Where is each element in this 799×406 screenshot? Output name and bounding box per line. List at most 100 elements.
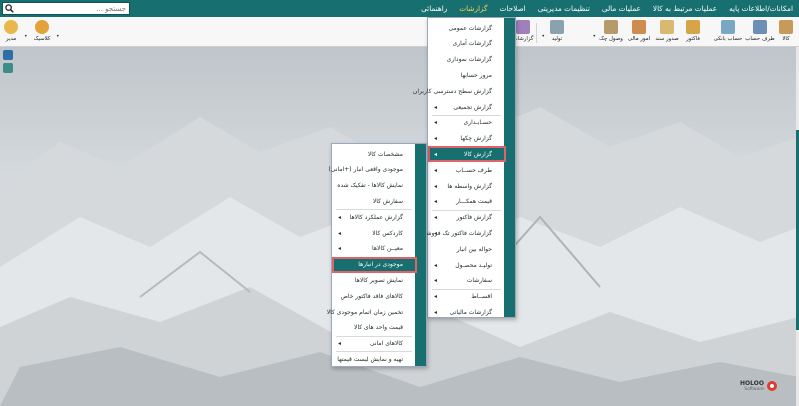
menubar: امکانات/اطلاعات پایه عملیات مرتبط به کال…	[0, 0, 799, 17]
menu-item[interactable]: نمایش کالاها - تفکیک شده	[332, 178, 417, 194]
menu-item[interactable]: تولیـد محصـول ◂	[428, 257, 506, 273]
menu-item[interactable]: تهیه و نمایش لیست قیمتها	[332, 351, 417, 367]
menu-item[interactable]: کالاهای فاقد فاکتور خاص	[332, 288, 417, 304]
menu-help[interactable]: راهنمائی	[415, 4, 453, 13]
document-icon	[660, 20, 674, 34]
menu-item[interactable]: طرف حســاب ◂	[428, 162, 506, 178]
toolbar-more-dot: •	[592, 33, 596, 40]
manager-icon	[4, 20, 18, 34]
menu-item-label: کالاهای فاقد فاکتور خاص	[340, 292, 403, 300]
menu-item-label: گزارش چکها	[460, 135, 492, 143]
toolbar-classic-button[interactable]: کلاسیک	[30, 19, 54, 46]
menu-item-label: موجودی واقعی انبار (+امانی)	[328, 166, 403, 174]
submenu-arrow-icon: ◂	[434, 135, 438, 143]
menu-item-label: سفارش کالا	[372, 197, 403, 205]
menu-item[interactable]: حسـابـداری ◂	[428, 115, 506, 131]
search-icon[interactable]	[3, 3, 16, 14]
menu-corrections[interactable]: اصلاحات	[494, 4, 532, 13]
submenu-arrow-icon: ◂	[434, 308, 438, 316]
toolbar-more-dot: •	[24, 33, 28, 40]
menu-item[interactable]: حواله بین انبار	[428, 241, 506, 257]
menu-item[interactable]: قیمت واحد های کالا	[332, 320, 417, 336]
menu-item-label: گزارش عملکرد کالاها	[349, 213, 403, 221]
menu-item[interactable]: گزارشات فاکتور تک فروشی ◂	[422, 225, 506, 241]
box-icon	[779, 20, 793, 34]
user-icon[interactable]	[3, 63, 13, 73]
help-icon[interactable]	[3, 50, 13, 60]
menu-item[interactable]: گزارش کالا ◂	[428, 146, 506, 163]
menu-item-label: نمایش کالاها - تفکیک شده	[337, 182, 403, 190]
toolbar-production-button[interactable]: تولید	[547, 19, 567, 46]
classic-icon	[35, 20, 49, 34]
menu-item[interactable]: قیمت همکـــار ◂	[428, 194, 506, 210]
menu-item[interactable]: مرور حسابها	[428, 67, 506, 83]
menu-item[interactable]: کالاهای امانی ◂	[332, 336, 417, 352]
menu-item[interactable]: موجودی واقعی انبار (+امانی)	[328, 162, 417, 178]
menu-financial-operations[interactable]: عملیات مالی	[596, 4, 647, 13]
submenu-arrow-icon: ◂	[434, 229, 438, 237]
toolbar-cheque-button[interactable]: وصول چک	[598, 19, 624, 46]
menu-goods-operations[interactable]: عملیات مرتبط به کالا	[647, 4, 723, 13]
menu-item[interactable]: گزارش واسطه ها ◂	[428, 178, 506, 194]
toolbar-more-dot: •	[56, 33, 60, 40]
menu-item-label: تخمین زمان اتمام موجودی کالا	[326, 308, 403, 316]
toolbar-finance-button[interactable]: امور مالی	[626, 19, 652, 46]
menu-item-label: گزارشات مالیاتی	[449, 308, 492, 316]
menu-item[interactable]: گزارش چکها ◂	[428, 131, 506, 147]
menu-reports[interactable]: گزارشات	[453, 4, 493, 13]
menu-item[interactable]: گزارش سطح دسترسی کاربران	[413, 83, 506, 99]
menu-item[interactable]: معیــن کالاها ◂	[332, 241, 417, 257]
menu-item[interactable]: تخمین زمان اتمام موجودی کالا	[327, 304, 417, 320]
menu-item-label: گزارش فاکتور	[456, 214, 492, 222]
bank-icon	[721, 20, 735, 34]
menu-item[interactable]: سفارش کالا	[332, 193, 417, 209]
factory-icon	[550, 20, 564, 34]
submenu-arrow-icon: ◂	[434, 103, 438, 111]
holoo-logo: HOLOO Software	[737, 380, 780, 392]
menu-item[interactable]: گزارشات مالیاتی ◂	[428, 304, 506, 320]
toolbar-party-account-button[interactable]: طرف حساب	[745, 19, 775, 46]
menu-item-label: قیمت همکـــار	[456, 198, 492, 206]
menu-item[interactable]: مشخصات کالا	[332, 146, 417, 162]
toolbar-issue-document-button[interactable]: صدور سند	[654, 19, 680, 46]
menu-item-label: تهیه و نمایش لیست قیمتها	[337, 355, 403, 363]
toolbar-bank-account-button[interactable]: حساب بانکی	[712, 19, 744, 46]
menu-item[interactable]: گزارش فاکتور ◂	[428, 210, 506, 226]
menu-admin-settings[interactable]: تنظیمات مدیریتی	[532, 4, 596, 13]
submenu-arrow-icon: ◂	[434, 166, 438, 174]
menu-item[interactable]: نمایش تصویر کالاها	[332, 272, 417, 288]
cheque-icon	[604, 20, 618, 34]
submenu-arrow-icon: ◂	[434, 214, 438, 222]
menu-item-label: کالاهای امانی	[369, 340, 403, 348]
menu-item[interactable]: اقســاط ◂	[428, 289, 506, 305]
submenu-arrow-icon: ◂	[434, 182, 438, 190]
menu-item[interactable]: گزارشات عمومی	[428, 20, 506, 36]
menu-item-label: معیــن کالاها	[371, 245, 403, 253]
menu-item-label: مرور حسابها	[460, 71, 492, 79]
toolbar-invoice-button[interactable]: فاکتور	[682, 19, 704, 46]
menu-basic-info[interactable]: امکانات/اطلاعات پایه	[723, 4, 799, 13]
search-input[interactable]	[16, 3, 129, 14]
submenu-arrow-icon: ◂	[338, 213, 342, 221]
menu-item[interactable]: گزارش تجمیعی ◂	[428, 99, 506, 115]
submenu-arrow-icon: ◂	[434, 277, 438, 285]
submenu-arrow-icon: ◂	[434, 150, 438, 158]
menu-item[interactable]: گزارش عملکرد کالاها ◂	[332, 209, 417, 225]
menu-item-label: گزارش واسطه ها	[447, 182, 492, 190]
menu-item[interactable]: کاردکس کالا ◂	[332, 225, 417, 241]
menu-item-label: گزارش تجمیعی	[453, 103, 492, 111]
toolbar-manager-button[interactable]: مدیر	[2, 19, 20, 46]
reports-dropdown-menu: گزارشات عمومی گزارشات آماری گزارشات نمودار…	[413, 17, 516, 320]
toolbar-more-dot: •	[541, 33, 545, 40]
menu-item[interactable]: گزارشات آماری	[428, 36, 506, 52]
menu-item[interactable]: گزارشات نموداری	[428, 52, 506, 68]
menu-item-label: تولیـد محصـول	[455, 261, 492, 269]
menu-item[interactable]: موجودی در انبارها	[332, 256, 417, 273]
toolbar-goods-button[interactable]: کالا	[776, 19, 796, 46]
submenu-arrow-icon: ◂	[338, 340, 342, 348]
menu-item[interactable]: سفارشات ◂	[428, 273, 506, 289]
menu-item-label: قیمت واحد های کالا	[354, 324, 403, 332]
submenu-arrow-icon: ◂	[338, 245, 342, 253]
invoice-icon	[686, 20, 700, 34]
menu-item-label: گزارش کالا	[463, 150, 492, 158]
